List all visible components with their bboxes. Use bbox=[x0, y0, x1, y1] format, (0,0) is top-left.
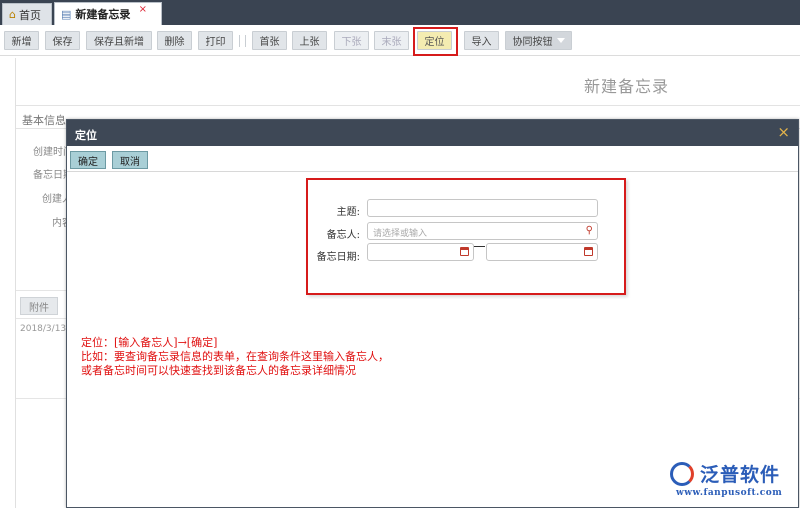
locate-highlight-box bbox=[413, 27, 458, 56]
search-icon[interactable]: ⚲ bbox=[586, 225, 593, 236]
tab-bar: ⌂ 首页 ▤ 新建备忘录 × bbox=[0, 0, 800, 25]
close-icon[interactable]: × bbox=[777, 123, 790, 141]
dialog-header: 定位 × bbox=[67, 120, 798, 146]
subject-label: 主题: bbox=[336, 207, 360, 218]
last-record-button[interactable]: 末张 bbox=[374, 31, 409, 50]
save-and-new-button[interactable]: 保存且新增 bbox=[86, 31, 152, 50]
add-button[interactable]: 新增 bbox=[4, 31, 39, 50]
document-icon: ▤ bbox=[61, 7, 72, 21]
collab-button-label: 协同按钮 bbox=[512, 37, 553, 48]
calendar-icon[interactable] bbox=[460, 247, 469, 256]
logo-mark-icon bbox=[670, 462, 694, 486]
fanpu-logo: 泛普软件 www.fanpusoft.com bbox=[668, 460, 796, 506]
date-range-dash bbox=[474, 246, 485, 247]
first-record-button[interactable]: 首张 bbox=[252, 31, 287, 50]
tab-home-label: 首页 bbox=[18, 8, 41, 22]
chevron-down-icon bbox=[556, 38, 565, 43]
person-input[interactable]: 请选择或输入 ⚲ bbox=[367, 222, 598, 240]
next-record-button[interactable]: 下张 bbox=[334, 31, 369, 50]
tab-new-memo[interactable]: ▤ 新建备忘录 × bbox=[54, 2, 162, 25]
logo-url: www.fanpusoft.com bbox=[676, 488, 783, 498]
form-title: 新建备忘录 bbox=[584, 77, 670, 96]
toolbar-divider bbox=[239, 35, 240, 47]
attachment-tab[interactable]: 附件 bbox=[20, 297, 58, 315]
note-line: 比如：要查询备忘录信息的表单，在查询条件这里输入备忘人， bbox=[81, 350, 389, 363]
delete-button[interactable]: 删除 bbox=[157, 31, 192, 50]
prev-record-button[interactable]: 上张 bbox=[292, 31, 327, 50]
instruction-note: 定位：[输入备忘人]→[确定] 比如：要查询备忘录信息的表单，在查询条件这里输入… bbox=[81, 336, 389, 378]
date-from-input[interactable] bbox=[367, 243, 474, 261]
tab-new-memo-label: 新建备忘录 bbox=[75, 8, 131, 21]
print-button[interactable]: 打印 bbox=[198, 31, 233, 50]
person-placeholder: 请选择或输入 bbox=[373, 229, 428, 239]
date-to-input[interactable] bbox=[486, 243, 598, 261]
cancel-button[interactable]: 取消 bbox=[112, 151, 148, 169]
note-line: 或者备忘时间可以快速查找到该备忘人的备忘录详细情况 bbox=[81, 364, 356, 377]
dialog-toolbar: 确定 取消 bbox=[67, 146, 798, 172]
dialog-title: 定位 bbox=[75, 129, 97, 142]
toolbar-divider bbox=[245, 35, 246, 47]
tab-close-icon[interactable]: × bbox=[139, 4, 147, 15]
logo-name: 泛普软件 bbox=[700, 464, 781, 486]
attachment-date: 2018/3/13 bbox=[20, 324, 67, 334]
save-button[interactable]: 保存 bbox=[45, 31, 80, 50]
calendar-icon[interactable] bbox=[584, 247, 593, 256]
date-label: 备忘日期: bbox=[316, 252, 360, 263]
import-button[interactable]: 导入 bbox=[464, 31, 499, 50]
toolbar: 新增 保存 保存且新增 删除 打印 首张 上张 下张 末张 定位 导入 协同按钮 bbox=[0, 25, 800, 56]
person-label: 备忘人: bbox=[326, 230, 360, 241]
collab-dropdown-button[interactable]: 协同按钮 bbox=[505, 31, 572, 50]
confirm-button[interactable]: 确定 bbox=[70, 151, 106, 169]
home-icon: ⌂ bbox=[9, 8, 16, 21]
tab-home[interactable]: ⌂ 首页 bbox=[2, 3, 52, 25]
subject-input[interactable] bbox=[367, 199, 598, 217]
note-line: 定位：[输入备忘人]→[确定] bbox=[81, 336, 218, 349]
